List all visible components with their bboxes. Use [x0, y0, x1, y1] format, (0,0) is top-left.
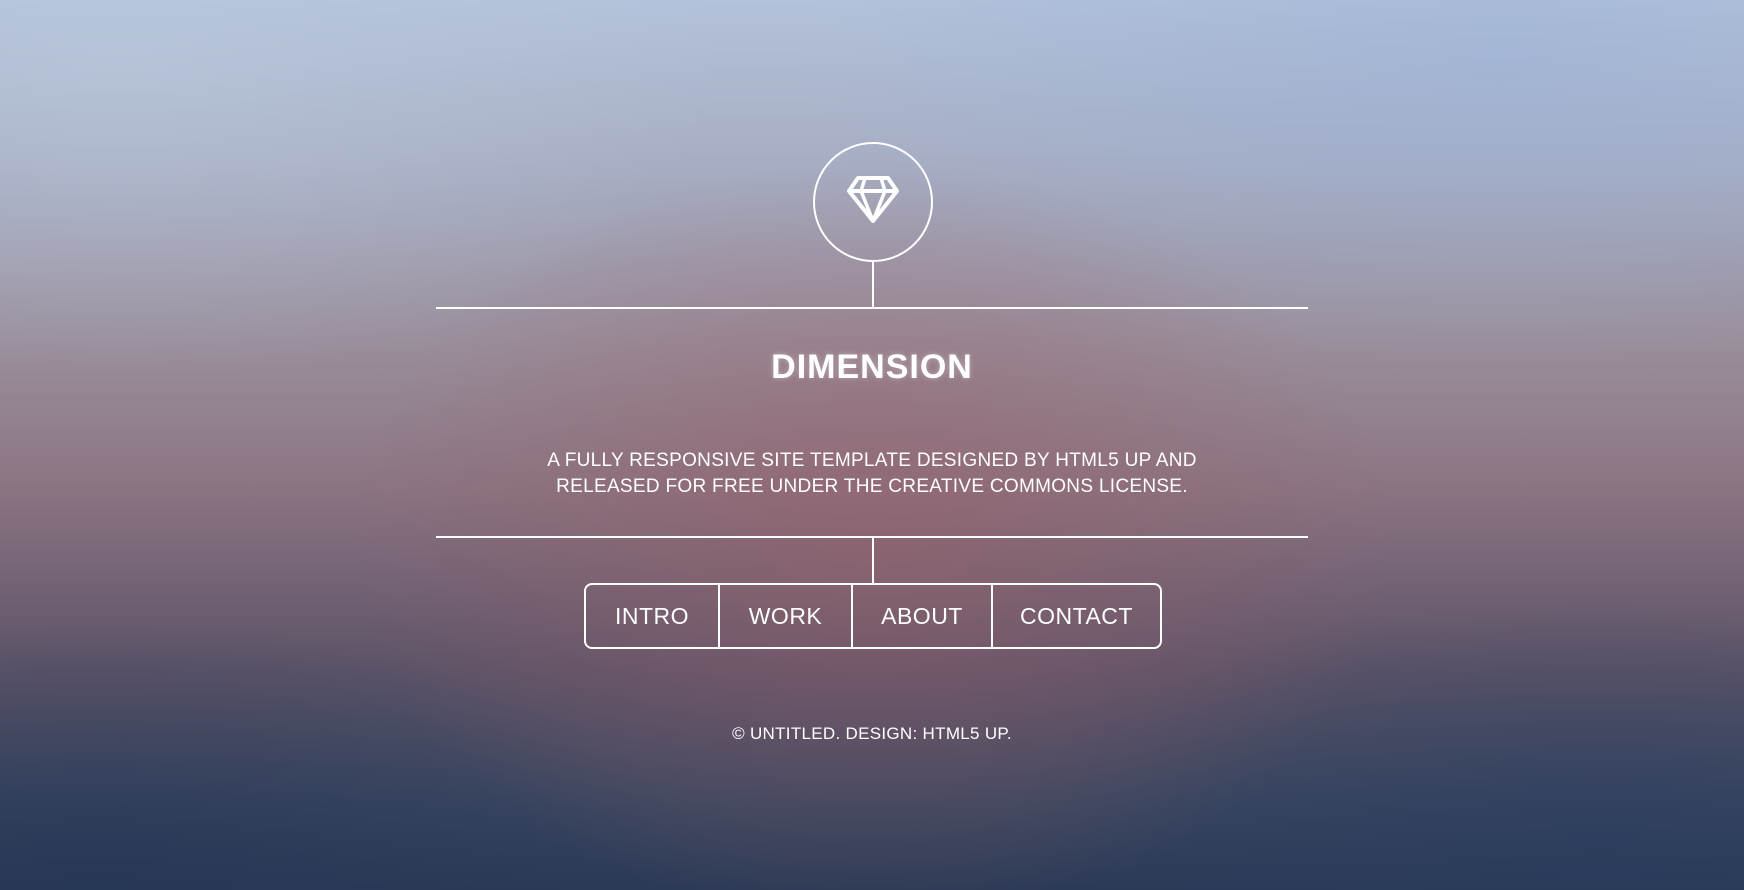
nav-intro-button[interactable]: INTRO	[586, 585, 718, 647]
background	[0, 0, 1744, 890]
page-title: DIMENSION	[771, 348, 973, 386]
diamond-icon	[846, 175, 900, 230]
logo	[813, 142, 933, 262]
nav-contact-button[interactable]: CONTACT	[991, 585, 1160, 647]
connector-line-top	[872, 262, 874, 308]
footer-copyright: © UNTITLED. DESIGN: HTML5 UP.	[732, 724, 1012, 743]
page-subtitle: A FULLY RESPONSIVE SITE TEMPLATE DESIGNE…	[547, 450, 1197, 497]
nav-about-button[interactable]: ABOUT	[851, 585, 991, 647]
divider-top	[436, 307, 1308, 309]
connector-line-bottom	[872, 537, 874, 583]
main-nav: INTRO WORK ABOUT CONTACT	[584, 583, 1162, 649]
nav-work-button[interactable]: WORK	[718, 585, 851, 647]
